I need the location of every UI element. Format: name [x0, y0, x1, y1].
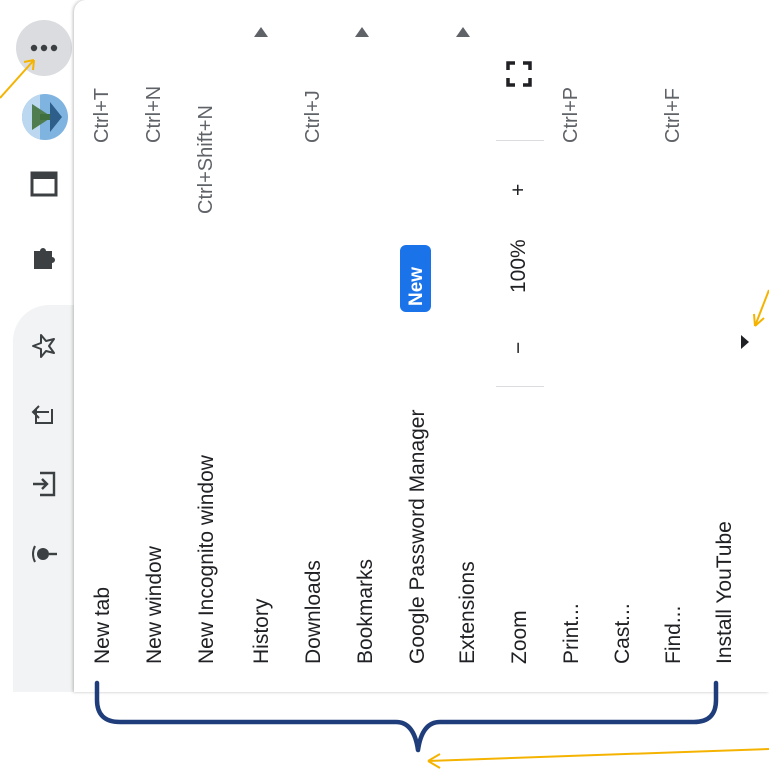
chrome-menu: New tab Ctrl+T New window Ctrl+N New Inc… [74, 0, 769, 692]
submenu-arrow-icon [355, 27, 369, 37]
share-icon [31, 405, 53, 424]
menu-item-label: Downloads [302, 560, 325, 664]
menu-item-install-youtube[interactable]: Install YouTube [713, 521, 736, 664]
three-dots-icon [30, 44, 58, 52]
submenu-arrow-icon [456, 27, 470, 37]
zoom-divider [496, 386, 544, 387]
shortcut-print: Ctrl+P [560, 86, 582, 143]
menu-item-zoom: Zoom [508, 610, 531, 664]
extensions-button[interactable] [20, 233, 68, 281]
zoom-out-button[interactable]: − [507, 342, 530, 354]
menu-item-label: Extensions [456, 561, 479, 664]
cast-media-button[interactable] [20, 530, 68, 578]
menu-item-bookmarks[interactable]: Bookmarks [354, 558, 377, 664]
star-icon [32, 334, 55, 358]
fullscreen-icon [506, 61, 532, 87]
menu-item-password-manager[interactable]: Google Password Manager [406, 409, 429, 664]
menu-item-new-window[interactable]: New window [143, 546, 166, 664]
menu-item-label: History [250, 598, 273, 664]
pointer-arrow-icon [741, 335, 749, 349]
menu-item-label: Zoom [508, 610, 531, 664]
menu-item-cast[interactable]: Cast... [611, 603, 634, 664]
tab-search-button[interactable] [20, 160, 68, 208]
menu-item-label: Bookmarks [354, 558, 377, 664]
share-button[interactable] [20, 388, 68, 436]
menu-item-label: Print... [560, 603, 583, 664]
menu-item-label: New tab [91, 586, 114, 664]
annotation-arrow [427, 748, 769, 769]
puzzle-icon [34, 248, 55, 269]
menu-item-label: Install YouTube [713, 521, 736, 664]
menu-item-label: Cast... [611, 603, 634, 664]
zoom-level: 100% [507, 239, 530, 293]
fullscreen-button[interactable] [505, 60, 533, 88]
menu-item-label: Google Password Manager [406, 409, 429, 664]
curly-brace [94, 680, 719, 753]
bookmark-star-button[interactable] [20, 322, 68, 370]
menu-item-label: New window [143, 546, 166, 664]
menu-item-new-tab[interactable]: New tab [91, 586, 114, 664]
new-badge: New [400, 245, 431, 312]
window-icon [30, 171, 58, 197]
shortcut-new-window: Ctrl+N [143, 85, 165, 143]
menu-item-label: Find... [662, 605, 685, 664]
avatar-image [22, 94, 68, 140]
shortcut-downloads: Ctrl+J [302, 90, 324, 143]
menu-item-downloads[interactable]: Downloads [302, 560, 325, 664]
install-icon [33, 471, 56, 497]
shortcut-new-tab: Ctrl+T [91, 88, 113, 143]
microphone-icon [32, 545, 57, 563]
menu-item-label: New Incognito window [195, 455, 218, 664]
shortcut-find: Ctrl+F [662, 88, 684, 143]
shortcut-new-incognito: Ctrl+Shift+N [195, 105, 217, 214]
zoom-divider [496, 140, 544, 141]
submenu-arrow-icon [254, 27, 268, 37]
profile-avatar[interactable] [22, 94, 68, 140]
menu-item-print[interactable]: Print... [560, 603, 583, 664]
zoom-in-button[interactable]: + [507, 184, 530, 196]
menu-item-find[interactable]: Find... [662, 605, 685, 664]
install-app-button[interactable] [20, 460, 68, 508]
menu-item-new-incognito[interactable]: New Incognito window [195, 455, 218, 664]
menu-item-history[interactable]: History [250, 598, 273, 664]
more-menu-button[interactable] [16, 20, 72, 76]
menu-item-extensions[interactable]: Extensions [456, 561, 479, 664]
